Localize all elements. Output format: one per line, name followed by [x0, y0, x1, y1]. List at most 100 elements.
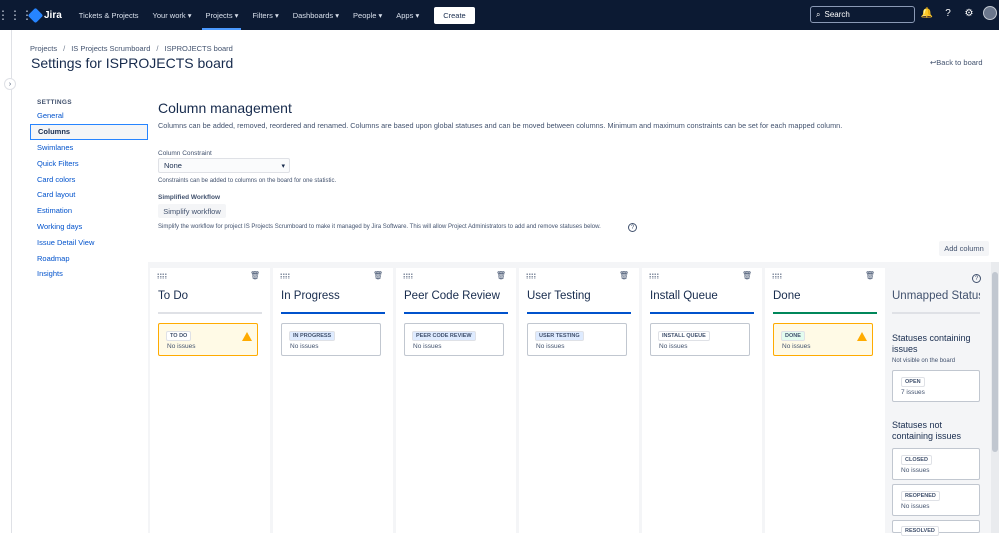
simplify-workflow-button[interactable]: Simplify workflow [158, 204, 226, 218]
column-management-section: Column management Columns can be added, … [158, 100, 988, 130]
sidebar-item-quick-filters[interactable]: Quick Filters [30, 155, 148, 171]
status-lozenge: PEER CODE REVIEW [412, 331, 476, 341]
breadcrumb-projects[interactable]: Projects [30, 44, 57, 53]
expand-sidebar-chevron-icon[interactable]: › [4, 78, 16, 90]
sidebar-item-card-colors[interactable]: Card colors [30, 171, 148, 187]
nav-filters[interactable]: Filters ▾ [245, 0, 285, 30]
app-switcher-icon[interactable]: ⋮⋮⋮ [0, 0, 33, 30]
user-avatar[interactable] [983, 6, 997, 20]
drag-handle-icon[interactable] [649, 273, 659, 279]
drag-handle-icon[interactable] [280, 273, 290, 279]
collapsed-sidebar-rail: › [0, 30, 16, 533]
delete-column-icon[interactable]: 🗑 [619, 271, 629, 280]
jira-logo-icon [27, 7, 44, 23]
status-card-to-do[interactable]: TO DO No issues [158, 323, 258, 356]
create-button[interactable]: Create [434, 6, 475, 24]
sidebar-item-insights[interactable]: Insights [30, 266, 148, 282]
status-card-done[interactable]: DONE No issues [773, 323, 873, 356]
simplified-workflow-label: Simplified Workflow [158, 194, 220, 201]
delete-column-icon[interactable]: 🗑 [865, 271, 875, 280]
unmapped-help-icon[interactable]: ? [972, 274, 981, 283]
drag-handle-icon[interactable] [403, 273, 413, 279]
sidebar-item-working-days[interactable]: Working days [30, 219, 148, 235]
column-constraint-select[interactable]: None ▾ [158, 158, 290, 173]
sidebar-item-estimation[interactable]: Estimation [30, 203, 148, 219]
workflow-help-icon[interactable]: ? [628, 223, 637, 232]
nav-apps[interactable]: Apps ▾ [389, 0, 426, 30]
column-bar [650, 312, 754, 314]
column-name[interactable]: User Testing [527, 290, 591, 302]
constraint-hint: Constraints can be added to columns on t… [158, 178, 337, 184]
warning-icon [242, 332, 252, 341]
sidebar-item-issue-detail-view[interactable]: Issue Detail View [30, 234, 148, 250]
column-name[interactable]: Done [773, 290, 801, 302]
board-scrollbar[interactable] [991, 262, 999, 533]
status-card-reopened[interactable]: REOPENED No issues [892, 484, 980, 516]
column-to-do[interactable]: 🗑 To Do TO DO No issues [150, 268, 270, 533]
sidebar-item-swimlanes[interactable]: Swimlanes [30, 140, 148, 156]
status-lozenge: USER TESTING [535, 331, 584, 341]
help-icon[interactable]: ? [941, 6, 955, 20]
chevron-down-icon: ▾ [281, 162, 285, 170]
column-bar [281, 312, 385, 314]
status-lozenge: OPEN [901, 377, 925, 387]
issue-count: 7 issues [901, 389, 925, 396]
column-name[interactable]: Install Queue [650, 290, 718, 302]
sidebar-item-card-layout[interactable]: Card layout [30, 187, 148, 203]
search-input[interactable]: ⌕ Search [810, 6, 915, 23]
status-card-peer-code-review[interactable]: PEER CODE REVIEW No issues [404, 323, 504, 356]
column-peer-code-review[interactable]: 🗑 Peer Code Review PEER CODE REVIEW No i… [396, 268, 516, 533]
workflow-hint: Simplify the workflow for project IS Pro… [158, 224, 601, 230]
nav-projects[interactable]: Projects ▾ [198, 0, 245, 30]
settings-gear-icon[interactable]: ⚙ [962, 6, 976, 20]
issue-count: No issues [536, 343, 565, 350]
drag-handle-icon[interactable] [772, 273, 782, 279]
back-to-board-link[interactable]: ↩Back to board [930, 58, 983, 67]
notifications-bell-icon[interactable]: 🔔 [920, 6, 934, 20]
column-install-queue[interactable]: 🗑 Install Queue INSTALL QUEUE No issues [642, 268, 762, 533]
issue-count: No issues [659, 343, 688, 350]
status-card-open[interactable]: OPEN 7 issues [892, 370, 980, 402]
delete-column-icon[interactable]: 🗑 [742, 271, 752, 280]
column-in-progress[interactable]: 🗑 In Progress IN PROGRESS No issues [273, 268, 393, 533]
status-card-resolved[interactable]: RESOLVED [892, 520, 980, 536]
jira-logo[interactable]: Jira [27, 7, 62, 23]
status-lozenge: REOPENED [901, 491, 940, 501]
breadcrumb-board[interactable]: ISPROJECTS board [164, 44, 232, 53]
unmapped-title: Unmapped Statuses [892, 290, 980, 302]
breadcrumb-project[interactable]: IS Projects Scrumboard [71, 44, 150, 53]
issue-count: No issues [782, 343, 811, 350]
column-bar [527, 312, 631, 314]
delete-column-icon[interactable]: 🗑 [496, 271, 506, 280]
nav-tickets-projects[interactable]: Tickets & Projects [72, 0, 146, 30]
sidebar-item-roadmap[interactable]: Roadmap [30, 250, 148, 266]
column-bar [773, 312, 877, 314]
status-card-install-queue[interactable]: INSTALL QUEUE No issues [650, 323, 750, 356]
column-user-testing[interactable]: 🗑 User Testing USER TESTING No issues [519, 268, 639, 533]
sidebar-item-general[interactable]: General [30, 108, 148, 124]
search-icon: ⌕ [816, 9, 821, 19]
column-name[interactable]: Peer Code Review [404, 290, 500, 302]
statuses-containing-heading: Statuses containing issues [892, 333, 971, 354]
unmapped-statuses-column: ? Unmapped Statuses Statuses containing … [884, 268, 990, 536]
column-name[interactable]: In Progress [281, 290, 340, 302]
top-navigation-bar: ⋮⋮⋮ Jira Tickets & Projects Your work ▾ … [0, 0, 999, 30]
status-card-closed[interactable]: CLOSED No issues [892, 448, 980, 480]
column-done[interactable]: 🗑 Done DONE No issues [765, 268, 885, 533]
column-bar [158, 312, 262, 314]
drag-handle-icon[interactable] [526, 273, 536, 279]
status-card-user-testing[interactable]: USER TESTING No issues [527, 323, 627, 356]
nav-dashboards[interactable]: Dashboards ▾ [286, 0, 346, 30]
nav-your-work[interactable]: Your work ▾ [146, 0, 199, 30]
nav-people[interactable]: People ▾ [346, 0, 389, 30]
column-name[interactable]: To Do [158, 290, 188, 302]
delete-column-icon[interactable]: 🗑 [250, 271, 260, 280]
add-column-button[interactable]: Add column [939, 241, 989, 256]
drag-handle-icon[interactable] [157, 273, 167, 279]
sidebar-item-columns[interactable]: Columns [30, 123, 148, 140]
status-card-in-progress[interactable]: IN PROGRESS No issues [281, 323, 381, 356]
delete-column-icon[interactable]: 🗑 [373, 271, 383, 280]
scrollbar-thumb[interactable] [992, 272, 998, 452]
status-lozenge: CLOSED [901, 455, 932, 465]
settings-sidebar: SETTINGS General Columns Swimlanes Quick… [30, 96, 148, 282]
